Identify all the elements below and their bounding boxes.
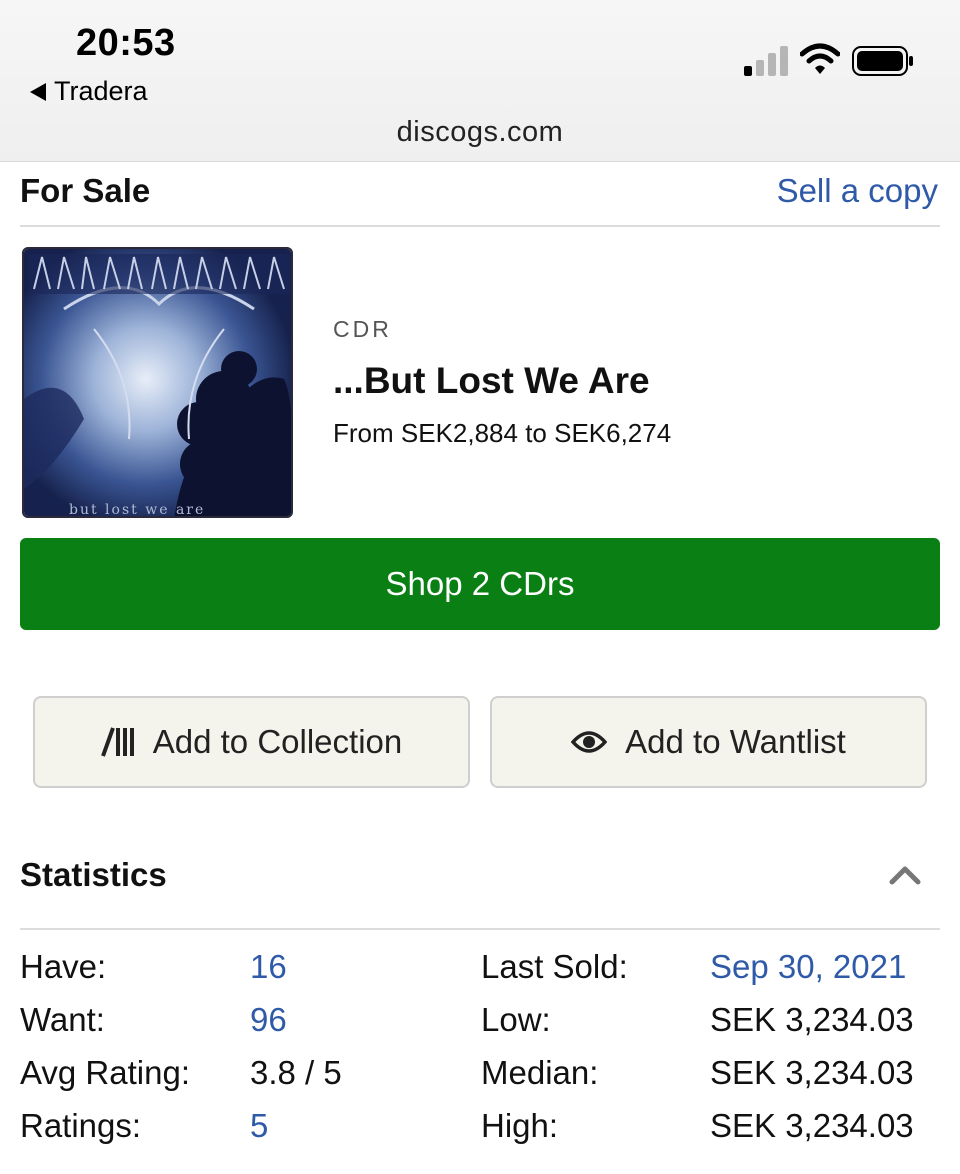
sell-a-copy-link[interactable]: Sell a copy (777, 172, 938, 210)
release-title: ...But Lost We Are (333, 360, 650, 401)
battery-icon (852, 46, 913, 76)
stat-median-value: SEK 3,234.03 (710, 1054, 914, 1091)
stat-last-sold-label: Last Sold: (481, 948, 628, 985)
stat-have-value[interactable]: 16 (250, 948, 287, 986)
collection-bars-icon (100, 727, 134, 757)
stat-high-label: High: (481, 1107, 559, 1144)
stat-high-value: SEK 3,234.03 (710, 1107, 914, 1144)
price-range: From SEK2,884 to SEK6,274 (333, 418, 672, 448)
add-to-wantlist-button[interactable]: Add to Wantlist (490, 696, 927, 788)
stat-have-label: Have: (20, 948, 107, 985)
back-arrow-icon (30, 82, 46, 101)
status-bar: 20:53 Tradera discogs.com (0, 0, 960, 162)
add-to-collection-label: Add to Collection (152, 723, 403, 760)
format-label: CDR (333, 316, 392, 342)
stat-want-label: Want: (20, 1001, 105, 1038)
cover-art-graphic: but lost we are (24, 249, 291, 518)
cover-text: but lost we are (69, 502, 205, 518)
stat-avg-rating-label: Avg Rating: (20, 1054, 190, 1091)
stat-last-sold-value[interactable]: Sep 30, 2021 (710, 948, 906, 986)
back-app-label: Tradera (54, 76, 148, 106)
stat-low-label: Low: (481, 1001, 551, 1038)
album-cover-image[interactable]: but lost we are (22, 247, 293, 518)
cellular-signal-icon (744, 46, 788, 76)
clock: 20:53 (76, 22, 176, 64)
stat-ratings-value[interactable]: 5 (250, 1107, 268, 1145)
stat-median-label: Median: (481, 1054, 599, 1091)
divider (20, 225, 940, 227)
chevron-up-icon[interactable] (888, 862, 922, 886)
address-bar-url[interactable]: discogs.com (0, 116, 960, 149)
wifi-icon (800, 43, 840, 74)
stat-avg-rating-value: 3.8 / 5 (250, 1054, 342, 1091)
back-to-app-button[interactable]: Tradera (30, 76, 148, 107)
statistics-heading: Statistics (20, 856, 167, 893)
for-sale-heading: For Sale (20, 172, 151, 209)
eye-icon (571, 731, 608, 753)
stat-ratings-label: Ratings: (20, 1107, 142, 1144)
stat-low-value: SEK 3,234.03 (710, 1001, 914, 1038)
add-to-wantlist-label: Add to Wantlist (625, 723, 846, 760)
stat-want-value[interactable]: 96 (250, 1001, 287, 1039)
add-to-collection-button[interactable]: Add to Collection (33, 696, 470, 788)
shop-button[interactable]: Shop 2 CDrs (20, 538, 940, 630)
divider (20, 928, 940, 930)
